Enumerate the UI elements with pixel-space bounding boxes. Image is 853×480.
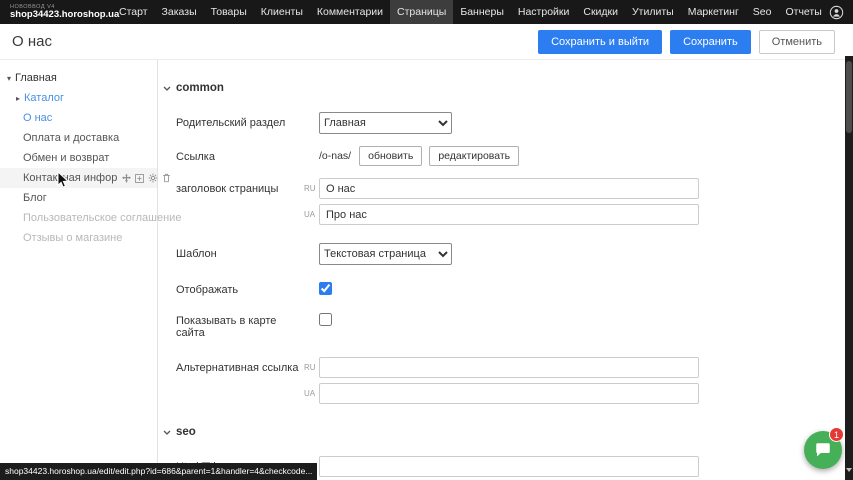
page-title-row: заголовок страницы RU UA (176, 178, 853, 225)
page-title: О нас (12, 33, 52, 50)
chevron-right-icon: ▸ (16, 94, 20, 103)
nav-stranitsy[interactable]: Страницы (390, 0, 453, 24)
nav-otchety[interactable]: Отчеты (778, 0, 828, 24)
sitemap-checkbox[interactable] (319, 313, 332, 326)
nav-marketing[interactable]: Маркетинг (681, 0, 746, 24)
link-row: Ссылка /o-nas/ обновить редактировать (176, 146, 853, 166)
template-label: Шаблон (176, 243, 304, 260)
content-area: ▾ Главная ▸ Каталог О нас Оплата и доста… (0, 60, 853, 479)
app-window: НОВОВВОД V4 shop34423.horoshop.ua Старт … (0, 0, 853, 480)
sidebar-item-blog[interactable]: Блог (0, 188, 157, 208)
sidebar-item-o-nas[interactable]: О нас (0, 108, 157, 128)
nav-klienty[interactable]: Клиенты (254, 0, 310, 24)
page-title-ua-input[interactable] (319, 204, 699, 225)
lang-ru-label: RU (304, 184, 316, 193)
sidebar-item-otzyvy[interactable]: Отзывы о магазине (0, 228, 157, 248)
parent-section-select[interactable]: Главная (319, 112, 452, 134)
sitemap-label: Показывать в карте сайта (176, 310, 304, 339)
template-select[interactable]: Текстовая страница (319, 243, 452, 265)
chevron-down-icon (163, 430, 171, 435)
cancel-button[interactable]: Отменить (759, 30, 835, 54)
page-header: О нас Сохранить и выйти Сохранить Отмени… (0, 24, 853, 60)
scroll-down-icon[interactable] (846, 459, 852, 477)
brand[interactable]: НОВОВВОД V4 shop34423.horoshop.ua (0, 0, 112, 24)
section-seo[interactable]: seo (163, 426, 853, 438)
alt-link-row: Альтернативная ссылка RU UA (176, 357, 853, 404)
chevron-down-icon (163, 86, 171, 91)
nav-kommentarii[interactable]: Комментарии (310, 0, 390, 24)
chat-widget-button[interactable]: 1 (804, 431, 842, 469)
nav-nastroyki[interactable]: Настройки (511, 0, 577, 24)
html-title-ru-input[interactable] (319, 456, 699, 477)
chat-notification-badge: 1 (829, 427, 844, 442)
alt-link-ru-input[interactable] (319, 357, 699, 378)
nav-skidki[interactable]: Скидки (576, 0, 625, 24)
pages-tree-sidebar: ▾ Главная ▸ Каталог О нас Оплата и доста… (0, 60, 158, 479)
nav-tovary[interactable]: Товары (204, 0, 254, 24)
status-url-tooltip: shop34423.horoshop.ua/edit/edit.php?id=6… (0, 463, 317, 480)
sidebar-item-obmen-vozvrat[interactable]: Обмен и возврат (0, 148, 157, 168)
sitemap-row: Показывать в карте сайта (176, 310, 853, 339)
display-checkbox[interactable] (319, 282, 332, 295)
parent-section-label: Родительский раздел (176, 112, 304, 129)
sidebar-item-kontaktnaya-info[interactable]: Контактная инфор (0, 168, 157, 188)
lang-ru-label: RU (304, 363, 316, 372)
update-link-button[interactable]: обновить (359, 146, 422, 166)
nav-utility[interactable]: Утилиты (625, 0, 681, 24)
edit-form: common Родительский раздел Главная Ссылк… (158, 60, 853, 479)
link-path-value: /o-nas/ (319, 150, 351, 162)
page-title-ru-input[interactable] (319, 178, 699, 199)
chevron-down-icon: ▾ (7, 74, 11, 83)
top-bar: НОВОВВОД V4 shop34423.horoshop.ua Старт … (0, 0, 853, 24)
move-icon[interactable] (122, 174, 131, 183)
header-buttons: Сохранить и выйти Сохранить Отменить (538, 30, 841, 54)
gear-icon[interactable] (148, 173, 158, 183)
user-account-icon[interactable] (829, 5, 844, 20)
section-common[interactable]: common (163, 82, 853, 94)
edit-link-button[interactable]: редактировать (429, 146, 519, 166)
lang-ua-label: UA (304, 389, 316, 398)
brand-domain: shop34423.horoshop.ua (10, 10, 102, 20)
display-row: Отображать (176, 279, 853, 296)
nav-start[interactable]: Старт (112, 0, 155, 24)
alt-link-ua-input[interactable] (319, 383, 699, 404)
scrollbar-thumb[interactable] (846, 61, 852, 133)
save-button[interactable]: Сохранить (670, 30, 751, 54)
sidebar-item-soglashenie[interactable]: Пользовательское соглашение (0, 208, 157, 228)
alt-link-label: Альтернативная ссылка (176, 357, 304, 374)
save-and-exit-button[interactable]: Сохранить и выйти (538, 30, 662, 54)
nav-bannery[interactable]: Баннеры (453, 0, 511, 24)
sidebar-item-glavnaya[interactable]: ▾ Главная (0, 68, 157, 88)
add-icon[interactable] (135, 174, 144, 183)
sidebar-item-katalog[interactable]: ▸ Каталог (0, 88, 157, 108)
nav-zakazy[interactable]: Заказы (155, 0, 204, 24)
lang-ua-label: UA (304, 210, 316, 219)
template-row: Шаблон Текстовая страница (176, 243, 853, 265)
nav-seo[interactable]: Seo (746, 0, 779, 24)
sidebar-item-oplata-dostavka[interactable]: Оплата и доставка (0, 128, 157, 148)
display-label: Отображать (176, 279, 304, 296)
top-nav: Старт Заказы Товары Клиенты Комментарии … (112, 0, 829, 24)
chat-bubble-icon (814, 441, 832, 459)
topbar-actions (829, 0, 853, 24)
link-label: Ссылка (176, 146, 304, 163)
vertical-scrollbar[interactable] (845, 56, 853, 480)
parent-section-row: Родительский раздел Главная (176, 112, 853, 134)
page-title-label: заголовок страницы (176, 178, 304, 195)
